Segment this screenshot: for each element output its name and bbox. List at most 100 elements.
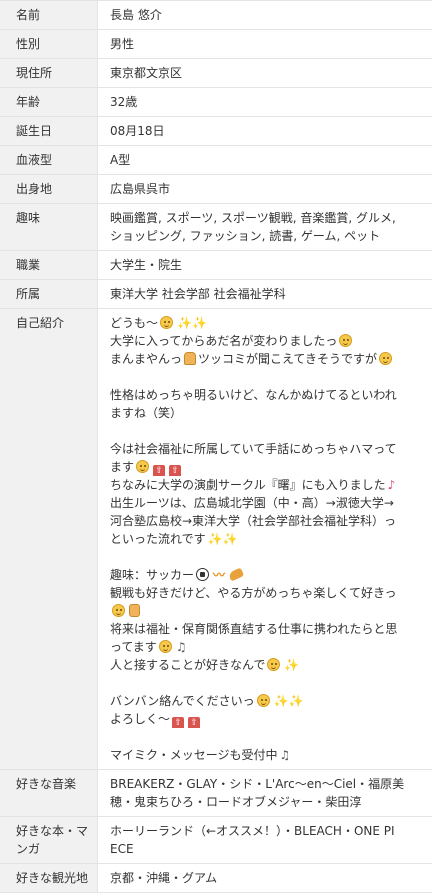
soccer-ball-icon xyxy=(196,568,210,581)
books-line: ECE xyxy=(110,842,134,856)
intro-text-span: ってます xyxy=(110,640,157,654)
field-label: 好きな音楽 xyxy=(0,770,98,816)
field-value: 長島 悠介 xyxy=(110,8,162,22)
intro-text-span: まんまやんっ xyxy=(110,352,183,366)
sparkle-icon: ✨ xyxy=(284,658,300,672)
intro-line: ってます ♫ xyxy=(110,638,426,656)
field-label: 自己紹介 xyxy=(0,309,98,769)
intro-line: 人と接することが好きなんで ✨ xyxy=(110,656,426,674)
field-value: 大学生・院生 xyxy=(110,258,183,272)
music-line: BREAKERZ・GLAY・シド・L'Arc～en～Ciel・福原美 xyxy=(110,777,405,791)
smile-face-icon xyxy=(112,604,125,617)
field-label: 性別 xyxy=(0,30,98,58)
smile-face-icon xyxy=(136,460,150,473)
profile-row-residence: 現住所 東京都文京区 xyxy=(0,59,432,88)
intro-text-span: 人と接することが好きなんで xyxy=(110,658,266,672)
field-label: 職業 xyxy=(0,251,98,279)
intro-line: 性格はめっちゃ明るいけど、なんかぬけてるといわれ xyxy=(110,388,397,402)
intro-line xyxy=(110,602,426,620)
intro-text-span: ちなみに大学の演劇サークル『曙』にも入りました xyxy=(110,478,386,492)
profile-row-hometown: 出身地 広島県呉市 xyxy=(0,175,432,204)
intro-text-span: といった流れです xyxy=(110,532,206,546)
books-line: ホーリーランド（←オススメ！）・BLEACH・ONE PI xyxy=(110,824,395,838)
profile-row-age: 年齢 32歳 xyxy=(0,88,432,117)
field-value: A型 xyxy=(110,153,131,167)
intro-text: どうも～ ✨✨ 大学に入ってからあだ名が変わりましたっ まんまやんっ ツッコミが聞こ… xyxy=(98,309,432,769)
field-label: 年齢 xyxy=(0,88,98,116)
field-value: 東京都文京区 xyxy=(110,66,183,80)
up-arrow-icon: ⇧ xyxy=(169,465,182,476)
intro-line: 河合塾広島校→東洋大学（社会学部社会福祉学科）っ xyxy=(110,514,397,528)
sparkle-icon: ✨✨ xyxy=(273,694,304,708)
intro-line: ますね（笑） xyxy=(110,406,183,420)
field-label-line: ンガ xyxy=(16,842,41,856)
intro-line: 出生ルーツは、広島城北学園（中・高）→淑徳大学→ xyxy=(110,496,394,510)
intro-line: 今は社会福祉に所属していて手話にめっちゃハマって xyxy=(110,442,397,456)
music-note-icon: ♫ xyxy=(175,640,187,654)
field-label: 血液型 xyxy=(0,146,98,174)
field-value: 08月18日 xyxy=(110,124,165,138)
field-value: 男性 xyxy=(110,37,135,51)
profile-table: 名前 長島 悠介 性別 男性 現住所 東京都文京区 年齢 32歳 誕生日 08月… xyxy=(0,0,432,893)
intro-line: ちなみに大学の演劇サークル『曙』にも入りました ♪ xyxy=(110,476,426,494)
thumbs-up-icon xyxy=(129,604,140,617)
intro-line: バンバン絡んでくださいっ ✨✨ xyxy=(110,692,426,710)
profile-row-hobbies: 趣味 映画鑑賞, スポーツ, スポーツ観戦, 音楽鑑賞, グルメ, ショッピング… xyxy=(0,204,432,251)
smile-face-icon xyxy=(158,640,172,653)
intro-text-span: ツッコミが聞こえてきそうですが xyxy=(198,352,378,366)
intro-line: ます ⇧ ⇧ xyxy=(110,458,426,476)
profile-row-birthday: 誕生日 08月18日 xyxy=(0,117,432,146)
music-note-icon: ♫ xyxy=(279,748,291,762)
music-note-icon: ♪ xyxy=(387,478,396,492)
field-label: 好きな本・マ ンガ xyxy=(0,817,98,863)
raised-hand-icon xyxy=(184,352,197,365)
field-label-line: 好きな本・マ xyxy=(16,824,89,838)
field-value: 32歳 xyxy=(110,95,138,109)
intro-text-span: 大学に入ってからあだ名が変わりましたっ xyxy=(110,334,338,348)
field-label: 誕生日 xyxy=(0,117,98,145)
hobbies-line: 映画鑑賞, スポーツ, スポーツ観戦, 音楽鑑賞, グルメ, xyxy=(110,211,396,225)
intro-line: 観戦も好きだけど、やる方がめっちゃ楽しくて好きっ xyxy=(110,586,397,600)
field-value: ホーリーランド（←オススメ！）・BLEACH・ONE PI ECE xyxy=(98,817,432,863)
field-label: 所属 xyxy=(0,280,98,308)
profile-row-gender: 性別 男性 xyxy=(0,30,432,59)
field-value: 京都・沖縄・グアム xyxy=(110,871,218,885)
intro-line: よろしく～ ⇧ ⇧ xyxy=(110,710,426,728)
intro-text-span: ます xyxy=(110,460,135,474)
profile-row-occupation: 職業 大学生・院生 xyxy=(0,251,432,280)
profile-row-name: 名前 長島 悠介 xyxy=(0,0,432,30)
sneaker-icon xyxy=(227,567,245,582)
intro-line: 大学に入ってからあだ名が変わりましたっ xyxy=(110,332,426,350)
field-value: 映画鑑賞, スポーツ, スポーツ観戦, 音楽鑑賞, グルメ, ショッピング, フ… xyxy=(98,204,432,250)
field-label: 趣味 xyxy=(0,204,98,250)
intro-line: マイミク・メッセージも受付中 ♫ xyxy=(110,746,426,764)
intro-text-span: マイミク・メッセージも受付中 xyxy=(110,748,278,762)
up-arrow-icon: ⇧ xyxy=(172,717,185,728)
intro-text-span: 趣味：サッカー xyxy=(110,568,195,582)
smile-face-icon xyxy=(267,658,281,671)
intro-line: まんまやんっ ツッコミが聞こえてきそうですが xyxy=(110,350,426,368)
intro-text-span: バンバン絡んでくださいっ xyxy=(110,694,255,708)
field-value: 東洋大学 社会学部 社会福祉学科 xyxy=(110,287,286,301)
intro-line: といった流れです ✨✨ xyxy=(110,530,426,548)
sparkle-icon: ✨✨ xyxy=(177,316,207,330)
profile-row-blood-type: 血液型 A型 xyxy=(0,146,432,175)
smile-face-icon xyxy=(379,352,393,365)
smile-face-icon xyxy=(339,334,353,347)
wave-icon: 〰 xyxy=(213,568,226,582)
field-value: BREAKERZ・GLAY・シド・L'Arc～en～Ciel・福原美 穂・鬼束ち… xyxy=(98,770,432,816)
intro-line: どうも～ ✨✨ xyxy=(110,314,426,332)
field-label: 名前 xyxy=(0,1,98,29)
field-value: 広島県呉市 xyxy=(110,182,171,196)
music-line: 穂・鬼束ちひろ・ロードオブメジャー・柴田淳 xyxy=(110,795,362,809)
intro-text-span: よろしく～ xyxy=(110,712,171,726)
smile-face-icon xyxy=(160,316,174,329)
profile-row-intro: 自己紹介 どうも～ ✨✨ 大学に入ってからあだ名が変わりましたっ まんまやんっ ツッ… xyxy=(0,309,432,770)
field-label: 現住所 xyxy=(0,59,98,87)
up-arrow-icon: ⇧ xyxy=(188,717,201,728)
profile-row-music: 好きな音楽 BREAKERZ・GLAY・シド・L'Arc～en～Ciel・福原美… xyxy=(0,770,432,817)
